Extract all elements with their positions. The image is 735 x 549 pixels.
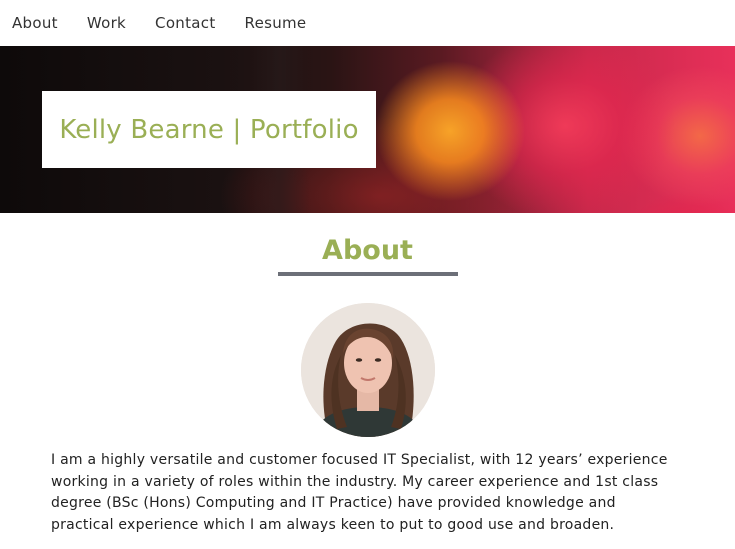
site-title: Kelly Bearne | Portfolio: [59, 114, 359, 145]
nav-link-about[interactable]: About: [12, 14, 58, 32]
about-heading-wrap: About: [0, 235, 735, 276]
heading-underline: [277, 272, 458, 276]
site-title-box: Kelly Bearne | Portfolio: [42, 91, 376, 168]
nav-link-resume[interactable]: Resume: [245, 14, 307, 32]
about-heading: About: [322, 235, 413, 266]
profile-photo-illustration: [300, 303, 435, 437]
nav-link-work[interactable]: Work: [87, 14, 126, 32]
hero-banner: Kelly Bearne | Portfolio: [0, 46, 735, 213]
top-nav: About Work Contact Resume: [0, 0, 735, 46]
avatar-wrap: [0, 303, 735, 437]
about-paragraph: I am a highly versatile and customer foc…: [51, 452, 668, 533]
nav-link-contact[interactable]: Contact: [155, 14, 215, 32]
profile-photo: [300, 303, 435, 437]
about-section: About I am a highly versatile and custom…: [0, 235, 735, 536]
